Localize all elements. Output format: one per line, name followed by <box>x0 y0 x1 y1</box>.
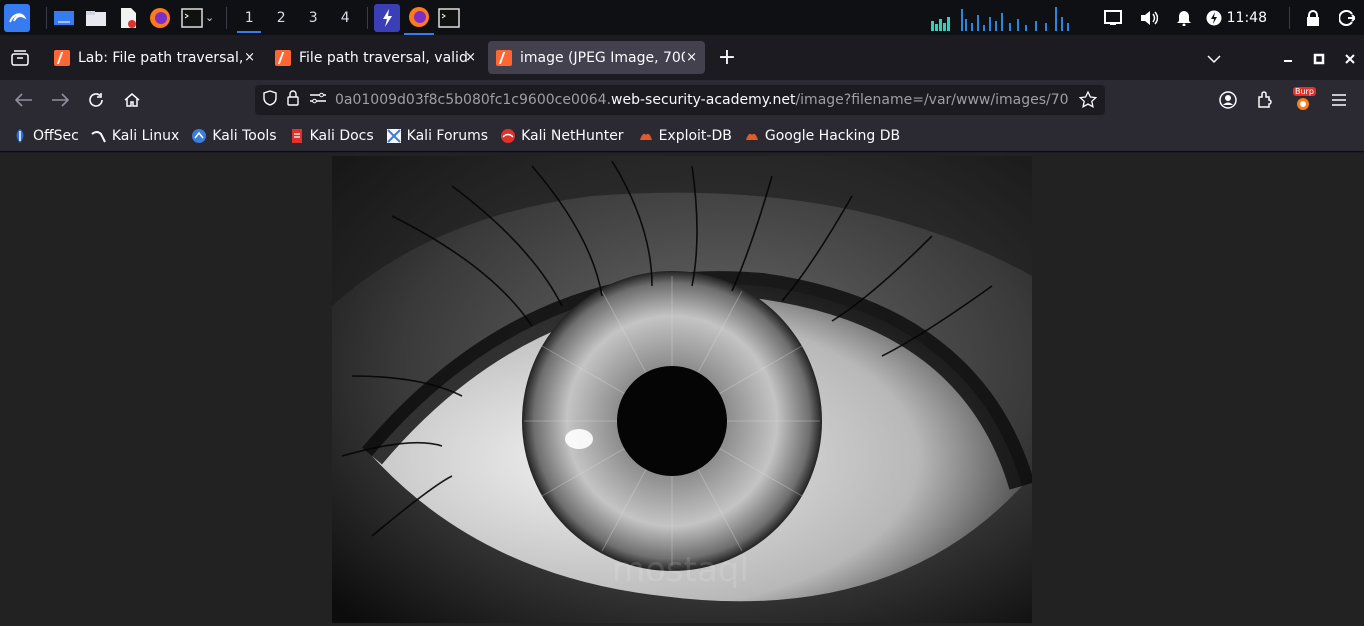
bookmark-label: Kali Forums <box>406 127 489 144</box>
workspace-3[interactable]: 3 <box>297 0 329 35</box>
clock[interactable]: 11:48 <box>1227 10 1267 26</box>
tab-bar: Lab: File path traversal, va × File path… <box>0 35 1364 80</box>
bookmarks-toolbar: OffSec Kali Linux Kali Tools Kali Docs K… <box>0 120 1364 152</box>
close-icon[interactable]: × <box>686 50 697 65</box>
kali-forums-icon <box>386 128 402 144</box>
close-icon[interactable]: × <box>244 50 255 65</box>
bookmark-label: Kali Tools <box>212 127 277 144</box>
bookmark-label: OffSec <box>33 127 79 144</box>
close-icon[interactable]: × <box>465 50 476 65</box>
close-window-icon[interactable] <box>1344 50 1356 69</box>
bookmark-label: Kali Docs <box>309 127 374 144</box>
new-tab-button[interactable]: + <box>705 45 749 70</box>
burp-suite-task-icon[interactable] <box>374 3 401 32</box>
taskbar-divider <box>1289 6 1290 29</box>
burp-badge: Burp <box>1293 87 1316 96</box>
taskbar-divider <box>46 6 47 29</box>
notifications-icon[interactable] <box>1167 10 1201 26</box>
firefox-launcher-icon[interactable] <box>149 7 171 29</box>
bookmark-offsec[interactable]: OffSec <box>12 128 79 144</box>
bookmark-label: Kali Linux <box>111 127 180 144</box>
navigation-toolbar: 0a01009d03f8c5b080fc1c9600ce0064. web-sec… <box>0 80 1364 120</box>
bookmark-google-hacking-db[interactable]: Google Hacking DB <box>744 128 900 144</box>
firefox-task-icon[interactable] <box>404 0 435 35</box>
kali-tools-icon <box>191 128 207 144</box>
power-manager-icon[interactable] <box>1201 10 1227 26</box>
firefox-view-icon[interactable] <box>0 49 40 66</box>
eye-image[interactable]: mostaql <box>332 156 1032 623</box>
workspace-4[interactable]: 4 <box>329 0 361 35</box>
back-button[interactable] <box>6 84 42 116</box>
tab-title: image (JPEG Image, 700 × <box>520 49 685 66</box>
image-viewer: mostaql <box>0 153 1364 626</box>
volume-icon[interactable] <box>1131 10 1167 26</box>
tracking-protection-icon[interactable] <box>263 90 277 110</box>
bookmark-kali-linux[interactable]: Kali Linux <box>91 128 179 144</box>
bookmark-label: Google Hacking DB <box>764 127 901 144</box>
offsec-icon <box>12 128 28 144</box>
tab-title: File path traversal, validat <box>299 49 469 66</box>
bookmark-label: Kali NetHunter <box>521 127 624 144</box>
file-manager-icon[interactable] <box>85 7 107 29</box>
network-graph-icon <box>930 6 1069 31</box>
ghdb-icon <box>744 128 760 144</box>
taskbar-divider <box>226 6 228 29</box>
bookmark-star-icon[interactable] <box>1078 90 1098 113</box>
burp-favicon-icon <box>275 49 291 66</box>
show-desktop-icon[interactable] <box>53 7 75 29</box>
tab-image[interactable]: image (JPEG Image, 700 × × <box>488 41 705 74</box>
bookmark-exploit-db[interactable]: Exploit-DB <box>638 128 732 144</box>
chevron-down-icon[interactable]: ⌄ <box>205 11 214 24</box>
bookmark-kali-forums[interactable]: Kali Forums <box>386 128 488 144</box>
nethunter-icon <box>500 128 516 144</box>
tab-lab[interactable]: Lab: File path traversal, va × <box>46 41 263 74</box>
lock-icon[interactable] <box>287 90 299 110</box>
permissions-icon[interactable] <box>309 92 327 108</box>
forward-button[interactable] <box>42 84 78 116</box>
reload-button[interactable] <box>78 84 114 116</box>
list-all-tabs-icon[interactable] <box>1206 49 1222 68</box>
app-menu-icon[interactable] <box>1331 92 1347 112</box>
url-host: web-security-academy.net <box>611 92 796 108</box>
bookmark-kali-tools[interactable]: Kali Tools <box>191 127 277 144</box>
bookmark-label: Exploit-DB <box>658 127 732 144</box>
url-bar[interactable]: 0a01009d03f8c5b080fc1c9600ce0064. web-sec… <box>255 85 1105 115</box>
logout-icon[interactable] <box>1330 9 1364 26</box>
display-icon[interactable] <box>1095 9 1131 26</box>
exploit-db-icon <box>638 128 654 144</box>
watermark-icon: mostaql <box>612 550 749 590</box>
terminal-launcher-icon[interactable] <box>181 7 203 29</box>
url-path: /image?filename=/var/www/images/70 <box>795 92 1069 108</box>
url-subdomain: 0a01009d03f8c5b080fc1c9600ce0064. <box>335 92 612 108</box>
lock-screen-icon[interactable] <box>1296 9 1330 26</box>
tab-title: Lab: File path traversal, va <box>78 49 248 66</box>
workspace-1[interactable]: 1 <box>233 0 265 35</box>
taskbar-divider <box>367 6 369 29</box>
minimize-icon[interactable] <box>1282 49 1294 68</box>
workspace-2[interactable]: 2 <box>265 0 297 35</box>
maximize-icon[interactable] <box>1313 50 1325 69</box>
terminal-task-icon[interactable] <box>438 7 460 29</box>
text-editor-icon[interactable] <box>117 7 139 29</box>
kali-icon <box>91 128 107 144</box>
svg-text:mostaql: mostaql <box>612 550 749 590</box>
kali-docs-icon <box>289 128 305 144</box>
kali-menu-icon[interactable] <box>4 3 30 32</box>
tab-file-path-traversal[interactable]: File path traversal, validat × <box>267 41 484 74</box>
bookmark-kali-docs[interactable]: Kali Docs <box>289 128 374 144</box>
home-button[interactable] <box>114 84 150 116</box>
account-icon[interactable] <box>1219 91 1237 113</box>
burp-favicon-icon <box>496 49 512 66</box>
bookmark-kali-nethunter[interactable]: Kali NetHunter <box>500 127 624 144</box>
extensions-icon[interactable] <box>1256 91 1274 113</box>
burp-favicon-icon <box>54 49 70 66</box>
burp-extension-icon[interactable]: Burp <box>1292 87 1316 111</box>
system-taskbar: ⌄ 1 2 3 4 11:48 <box>0 0 1364 35</box>
